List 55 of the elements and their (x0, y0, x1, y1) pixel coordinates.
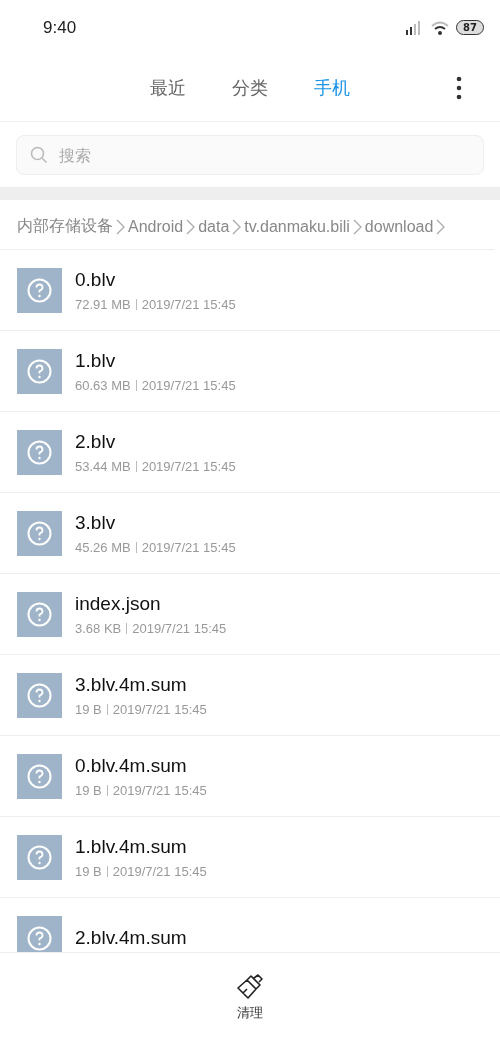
file-size: 53.44 MB (75, 458, 131, 474)
file-date: 2019/7/21 15:45 (112, 701, 207, 717)
file-size: 72.91 MB (75, 296, 131, 312)
unknown-file-icon (17, 753, 62, 799)
chevron-icon (352, 218, 362, 235)
file-size: 19 B (75, 863, 102, 879)
file-name: index.json (75, 592, 162, 615)
unknown-file-icon (17, 834, 62, 880)
unknown-file-icon (17, 915, 62, 952)
file-name: 2.blv.4m.sum (75, 927, 187, 949)
file-name: 0.blv.4m.sum (75, 754, 188, 777)
brush-icon (236, 974, 264, 1000)
breadcrumb-item[interactable]: data (198, 217, 230, 236)
file-date: 2019/7/21 15:45 (141, 377, 236, 393)
chevron-icon (436, 218, 446, 235)
file-name: 0.blv (75, 268, 117, 291)
wifi-icon (430, 19, 451, 36)
clean-button[interactable]: 清理 (230, 973, 270, 1023)
file-date: 2019/7/21 15:45 (112, 782, 207, 798)
tab[interactable]: 分类 (228, 72, 272, 104)
unknown-file-icon (17, 510, 62, 556)
tab[interactable]: 最近 (146, 72, 190, 104)
search-field[interactable]: 搜索 (16, 135, 484, 175)
file-date: 2019/7/21 15:45 (132, 620, 227, 636)
breadcrumb-item[interactable]: 内部存储设备 (17, 216, 113, 237)
search-icon (30, 146, 48, 164)
chevron-icon (232, 218, 242, 235)
breadcrumb-item[interactable]: download (364, 217, 434, 236)
file-date: 2019/7/21 15:45 (141, 539, 236, 555)
file-date: 2019/7/21 15:45 (141, 458, 236, 474)
tab[interactable]: 手机 (310, 72, 354, 104)
battery-indicator: 87 (456, 20, 484, 35)
more-icon[interactable] (456, 76, 462, 100)
file-size: 19 B (75, 701, 102, 717)
chevron-icon (116, 218, 125, 235)
chevron-icon (186, 218, 196, 235)
breadcrumb-item[interactable]: tv.danmaku.bili (244, 217, 350, 236)
unknown-file-icon (17, 348, 62, 394)
file-name: 2.blv (75, 430, 117, 453)
breadcrumb-item[interactable]: Android (128, 217, 184, 236)
file-size: 60.63 MB (75, 377, 131, 393)
file-date: 2019/7/21 15:45 (112, 863, 207, 879)
unknown-file-icon (17, 429, 62, 475)
file-size: 45.26 MB (75, 539, 131, 555)
file-size: 3.68 KB (75, 620, 122, 636)
file-name: 1.blv.4m.sum (75, 835, 188, 858)
file-size: 19 B (75, 782, 102, 798)
file-name: 3.blv (75, 511, 117, 534)
unknown-file-icon (17, 591, 62, 637)
status-time: 9:40 (43, 17, 77, 38)
unknown-file-icon (17, 267, 62, 313)
file-name: 3.blv.4m.sum (75, 673, 188, 696)
file-name: 1.blv (75, 349, 117, 372)
file-date: 2019/7/21 15:45 (141, 296, 236, 312)
unknown-file-icon (17, 672, 62, 718)
